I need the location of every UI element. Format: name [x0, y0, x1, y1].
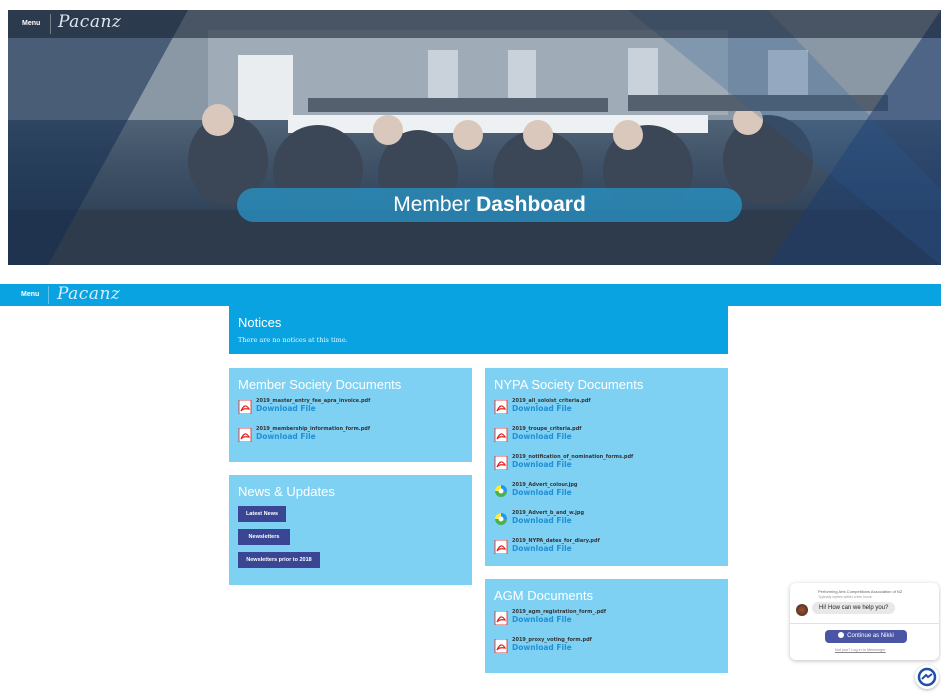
- nypa-documents-panel: NYPA Society Documents 2019_all_soloist_…: [485, 368, 728, 566]
- download-link[interactable]: Download File: [512, 404, 572, 413]
- messenger-launcher-icon[interactable]: [915, 665, 939, 689]
- file-item: 2019_proxy_voting_form.pdf Download File: [494, 637, 719, 663]
- page-title-light: Member: [393, 193, 471, 216]
- download-link[interactable]: Download File: [512, 516, 572, 525]
- continue-label: Continue as Nikki: [847, 633, 894, 639]
- hero-top-bar: [8, 10, 941, 38]
- file-item: 2019_Advert_colour.jpg Download File: [494, 482, 719, 508]
- news-panel: News & Updates Latest News Newsletters N…: [229, 475, 472, 585]
- file-item: 2019_troupe_criteria.pdf Download File: [494, 426, 719, 452]
- notices-title: Notices: [238, 315, 282, 330]
- continue-as-button[interactable]: Continue as Nikki: [825, 630, 907, 643]
- pdf-icon: [494, 611, 508, 625]
- page-title-bold: Dashboard: [476, 193, 586, 216]
- image-icon: [495, 513, 507, 525]
- download-link[interactable]: Download File: [512, 615, 572, 624]
- nav-menu-button[interactable]: Menu: [21, 291, 39, 298]
- chat-divider: [790, 623, 939, 624]
- download-link[interactable]: Download File: [256, 404, 316, 413]
- pdf-icon: [238, 428, 252, 442]
- pdf-icon: [494, 400, 508, 414]
- top-nav-bar: Menu Pacanz: [0, 284, 941, 306]
- nav-logo[interactable]: Pacanz: [57, 284, 120, 304]
- messenger-chat-widget: Performing Arts Competitions Association…: [790, 583, 939, 660]
- hero-banner: Menu Pacanz Member Dashboard: [8, 10, 941, 265]
- notices-text: There are no notices at this time.: [238, 336, 348, 344]
- file-item: 2019_master_entry_fee_apra_invoice.pdf D…: [238, 398, 463, 424]
- nav-divider: [48, 286, 49, 304]
- latest-news-button[interactable]: Latest News: [238, 506, 286, 522]
- login-messenger-link[interactable]: Not you? Log in to Messenger: [835, 648, 886, 652]
- file-item: 2019_agm_registration_form_.pdf Download…: [494, 609, 719, 635]
- download-link[interactable]: Download File: [512, 488, 572, 497]
- file-item: 2019_all_soloist_criteria.pdf Download F…: [494, 398, 719, 424]
- file-item: 2019_Advert_b_and_w.jpg Download File: [494, 510, 719, 536]
- news-title: News & Updates: [238, 484, 335, 499]
- messenger-icon: [838, 632, 845, 639]
- notices-panel: Notices There are no notices at this tim…: [229, 306, 728, 354]
- agm-documents-panel: AGM Documents 2019_agm_registration_form…: [485, 579, 728, 673]
- pdf-icon: [494, 456, 508, 470]
- pdf-icon: [494, 428, 508, 442]
- download-link[interactable]: Download File: [512, 460, 572, 469]
- file-item: 2019_NYPA_dates_for_diary.pdf Download F…: [494, 538, 719, 564]
- download-link[interactable]: Download File: [512, 643, 572, 652]
- chat-response-time: Typically replies within a few hours: [818, 595, 872, 599]
- menu-divider: [50, 14, 51, 34]
- download-link[interactable]: Download File: [512, 432, 572, 441]
- chat-org-name: Performing Arts Competitions Association…: [818, 589, 903, 594]
- newsletters-button[interactable]: Newsletters: [238, 529, 290, 545]
- meeting-photo: [8, 10, 941, 265]
- download-link[interactable]: Download File: [256, 432, 316, 441]
- page-title: Member Dashboard: [237, 188, 742, 222]
- member-documents-title: Member Society Documents: [238, 377, 402, 392]
- pdf-icon: [494, 639, 508, 653]
- file-item: 2019_notification_of_nomination_forms.pd…: [494, 454, 719, 480]
- chat-greeting: Hi! How can we help you?: [812, 602, 896, 614]
- image-icon: [495, 485, 507, 497]
- messenger-icon: [917, 667, 937, 687]
- file-item: 2019_membership_information_form.pdf Dow…: [238, 426, 463, 452]
- nypa-documents-title: NYPA Society Documents: [494, 377, 644, 392]
- menu-button[interactable]: Menu: [22, 20, 40, 27]
- member-documents-panel: Member Society Documents 2019_master_ent…: [229, 368, 472, 462]
- pdf-icon: [238, 400, 252, 414]
- newsletters-archive-button[interactable]: Newsletters prior to 2018: [238, 552, 320, 568]
- agm-documents-title: AGM Documents: [494, 588, 593, 603]
- download-link[interactable]: Download File: [512, 544, 572, 553]
- site-logo[interactable]: Pacanz: [58, 12, 121, 32]
- pdf-icon: [494, 540, 508, 554]
- avatar: [796, 604, 808, 616]
